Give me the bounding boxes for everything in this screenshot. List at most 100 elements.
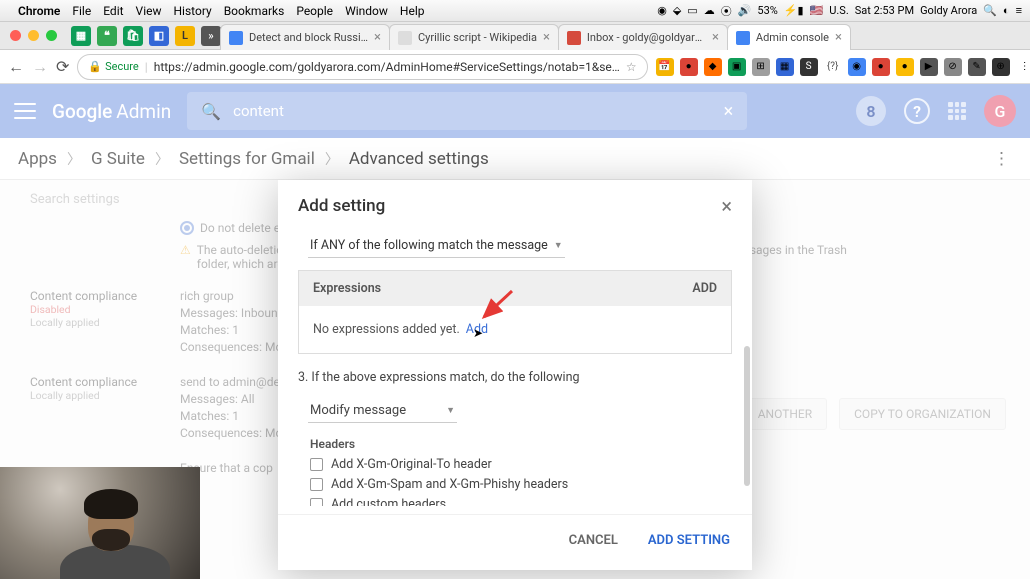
- bookmark-star-icon[interactable]: ☆: [626, 60, 637, 74]
- search-icon: 🔍: [201, 102, 221, 121]
- close-icon[interactable]: ×: [543, 30, 550, 45]
- volume-icon[interactable]: 🔊: [738, 4, 752, 17]
- notifications-badge[interactable]: 8: [856, 96, 886, 126]
- tab-detect-block[interactable]: Detect and block Russian la… ×: [220, 24, 390, 50]
- checkbox-icon[interactable]: [310, 498, 323, 506]
- chevron-down-icon: ▼: [554, 240, 563, 251]
- tab-wikipedia[interactable]: Cyrillic script - Wikipedia ×: [389, 24, 559, 50]
- wifi-icon[interactable]: ⦿: [721, 3, 732, 19]
- dialog-title: Add setting: [298, 196, 385, 216]
- app-icon-sheets[interactable]: ▦: [71, 26, 91, 46]
- siri-icon[interactable]: ◐: [1003, 4, 1010, 17]
- crumb-gsuite[interactable]: G Suite: [91, 149, 145, 169]
- app-icon-more[interactable]: »: [201, 26, 221, 46]
- help-icon[interactable]: ?: [904, 98, 930, 124]
- ext-icon[interactable]: S: [800, 58, 818, 76]
- ext-icon[interactable]: ⊞: [752, 58, 770, 76]
- checkbox-icon[interactable]: [310, 458, 323, 471]
- ext-icon[interactable]: ⊘: [944, 58, 962, 76]
- apps-launcher-icon[interactable]: [948, 102, 966, 120]
- cloud-icon[interactable]: ☁: [704, 4, 715, 17]
- app-icon-hangouts[interactable]: ❝: [97, 26, 117, 46]
- clock[interactable]: Sat 2:53 PM: [855, 4, 914, 17]
- admin-header: Google Admin 🔍 × 8 ? G: [0, 84, 1030, 138]
- account-avatar[interactable]: G: [984, 95, 1016, 127]
- ext-icon[interactable]: ▶: [920, 58, 938, 76]
- cancel-button[interactable]: CANCEL: [565, 527, 622, 554]
- checkbox-icon[interactable]: [310, 478, 323, 491]
- crumb-apps[interactable]: Apps: [18, 149, 57, 169]
- ext-icon[interactable]: ▦: [776, 58, 794, 76]
- add-expression-header-button[interactable]: ADD: [692, 281, 717, 296]
- menu-file[interactable]: File: [72, 4, 91, 18]
- spotlight-icon[interactable]: 🔍: [983, 4, 997, 17]
- close-icon[interactable]: ×: [835, 30, 842, 45]
- dialog-scrollbar[interactable]: [744, 346, 750, 486]
- username[interactable]: Goldy Arora: [920, 4, 977, 17]
- checkbox-spam-phishy[interactable]: Add X-Gm-Spam and X-Gm-Phishy headers: [310, 477, 732, 492]
- checkbox-custom-headers[interactable]: Add custom headers: [310, 497, 732, 506]
- menu-edit[interactable]: Edit: [103, 4, 123, 18]
- ext-icon[interactable]: ◆: [704, 58, 722, 76]
- window-minimize-icon[interactable]: [28, 30, 39, 41]
- back-button[interactable]: ←: [8, 55, 24, 79]
- ext-icon[interactable]: ⊕: [992, 58, 1010, 76]
- admin-search[interactable]: 🔍 ×: [187, 92, 747, 130]
- ext-icon[interactable]: ◉: [848, 58, 866, 76]
- chevron-right-icon: 〉: [155, 149, 169, 169]
- match-condition-select[interactable]: If ANY of the following match the messag…: [308, 234, 565, 258]
- app-icon-generic1[interactable]: ◧: [149, 26, 169, 46]
- nav-drawer-button[interactable]: [14, 103, 36, 119]
- menu-history[interactable]: History: [174, 4, 212, 18]
- menu-help[interactable]: Help: [400, 4, 425, 18]
- close-icon[interactable]: ×: [374, 30, 381, 45]
- ext-icon[interactable]: ▣: [728, 58, 746, 76]
- separator: |: [145, 60, 148, 74]
- menu-people[interactable]: People: [296, 4, 333, 18]
- ext-icon[interactable]: ●: [896, 58, 914, 76]
- docs-icon: [229, 31, 243, 45]
- menu-window[interactable]: Window: [345, 4, 388, 18]
- tab-gmail[interactable]: Inbox - goldy@goldyarora.c… ×: [558, 24, 728, 50]
- chevron-right-icon: 〉: [325, 149, 339, 169]
- add-setting-button[interactable]: ADD SETTING: [644, 527, 734, 554]
- reload-button[interactable]: ⟳: [56, 55, 69, 79]
- ext-icon[interactable]: ✎: [968, 58, 986, 76]
- app-icon-generic2[interactable]: L: [175, 26, 195, 46]
- tab-admin-console[interactable]: Admin console ×: [727, 24, 851, 50]
- chrome-menu-icon[interactable]: ⋮: [1016, 58, 1030, 76]
- ext-icon[interactable]: 📅: [656, 58, 674, 76]
- window-controls[interactable]: [10, 30, 57, 41]
- checkbox-original-to[interactable]: Add X-Gm-Original-To header: [310, 457, 732, 472]
- screencast-icon[interactable]: ◉: [657, 4, 667, 17]
- input-flag[interactable]: 🇺🇸: [810, 4, 824, 17]
- lock-icon: 🔒: [88, 60, 102, 73]
- address-bar[interactable]: 🔒 Secure | https://admin.google.com/gold…: [77, 54, 647, 80]
- ext-icon[interactable]: ●: [872, 58, 890, 76]
- menu-view[interactable]: View: [136, 4, 162, 18]
- menu-bookmarks[interactable]: Bookmarks: [224, 4, 285, 18]
- crumb-gmail-settings[interactable]: Settings for Gmail: [179, 149, 315, 169]
- window-close-icon[interactable]: [10, 30, 21, 41]
- dialog-close-button[interactable]: ×: [721, 196, 732, 216]
- menubar-status-area: ◉ ⬙ ▭ ☁ ⦿ 🔊 53% ⚡▮ 🇺🇸 U.S. Sat 2:53 PM G…: [657, 3, 1022, 19]
- close-icon[interactable]: ×: [712, 30, 719, 45]
- product-logo[interactable]: Google Admin: [52, 100, 171, 123]
- overflow-menu-icon[interactable]: ⋮: [993, 149, 1012, 169]
- app-icon-store[interactable]: 🛍: [123, 26, 143, 46]
- input-label[interactable]: U.S.: [829, 4, 848, 17]
- notification-center-icon[interactable]: ≡: [1016, 4, 1022, 17]
- ext-icon[interactable]: {?}: [824, 58, 842, 76]
- dropbox-icon[interactable]: ⬙: [673, 4, 681, 17]
- window-zoom-icon[interactable]: [46, 30, 57, 41]
- admin-search-input[interactable]: [233, 102, 711, 120]
- action-select[interactable]: Modify message ▼: [308, 399, 457, 423]
- ext-icon[interactable]: ●: [680, 58, 698, 76]
- forward-button[interactable]: →: [32, 55, 48, 79]
- webcam-preview: [0, 467, 200, 579]
- battery-percent[interactable]: 53%: [757, 4, 777, 17]
- display-icon[interactable]: ▭: [687, 4, 697, 17]
- clear-search-icon[interactable]: ×: [724, 101, 734, 122]
- battery-icon[interactable]: ⚡▮: [784, 4, 804, 17]
- active-app-name[interactable]: Chrome: [18, 4, 60, 18]
